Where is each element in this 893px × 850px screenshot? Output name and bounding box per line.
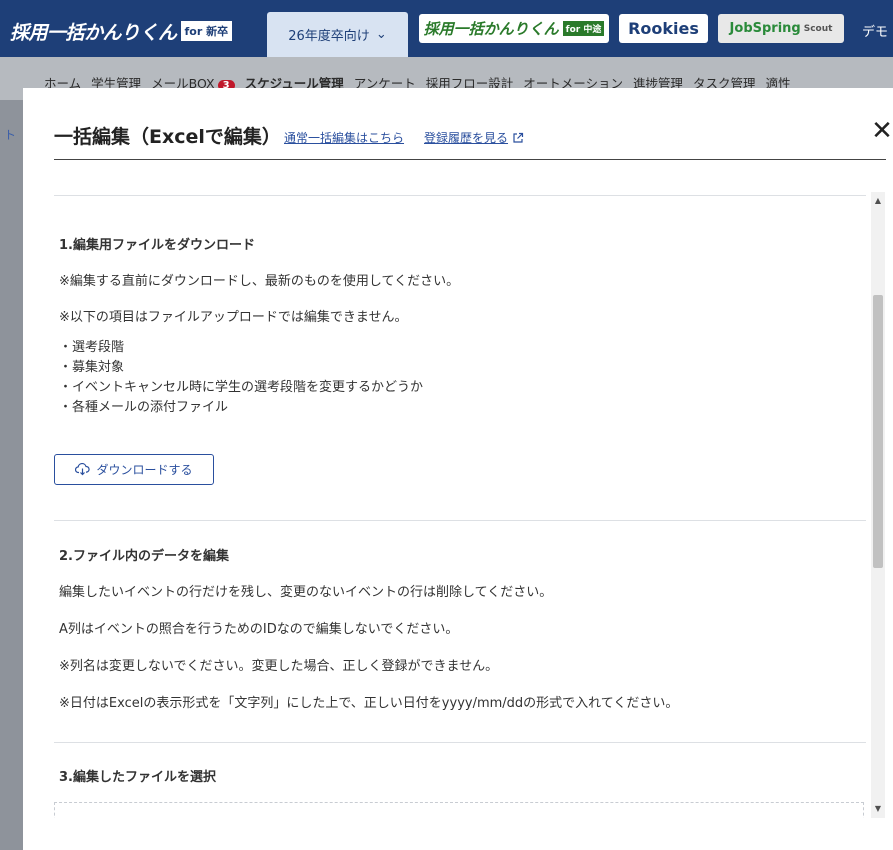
jobspring-sub: Scout (803, 23, 833, 34)
modal-scrollbar[interactable]: ▲ ▼ (871, 192, 885, 818)
section-divider (54, 742, 866, 743)
modal-scroll-content[interactable]: 1.編集用ファイルをダウンロード ※編集する直前にダウンロードし、最新のものを使… (54, 192, 866, 818)
modal-header: 一括編集（Excelで編集） 通常一括編集はこちら 登録履歴を見る ✕ (54, 112, 893, 160)
cloud-download-icon (75, 463, 91, 476)
chevron-down-icon: ⌄ (375, 27, 387, 42)
list-item: ・募集対象 (59, 360, 125, 375)
section-divider (54, 195, 866, 196)
list-item: ・選考段階 (59, 340, 125, 355)
download-button[interactable]: ダウンロードする (54, 454, 214, 485)
section-3-title: 3.編集したファイルを選択 (59, 770, 216, 785)
section-1-note-1: ※編集する直前にダウンロードし、最新のものを使用してください。 (59, 274, 460, 289)
year-selector-tab[interactable]: 26年度卒向け ⌄ (267, 12, 408, 57)
excel-bulk-edit-modal: 一括編集（Excelで編集） 通常一括編集はこちら 登録履歴を見る ✕ 1.編集… (23, 88, 893, 850)
year-tab-label: 26年度卒向け (288, 29, 370, 44)
section-2-note-4: ※日付はExcelの表示形式を「文字列」にした上で、正しい日付をyyyy/mm/… (59, 696, 679, 711)
midcareer-service-name: 採用一括かんりくん (423, 20, 559, 38)
section-2-note-2: A列はイベントの照合を行うためのIDなので編集しないでください。 (59, 622, 459, 637)
jobspring-scout-link[interactable]: JobSpring Scout (718, 14, 844, 43)
top-header: 採用一括かんりくん for 新卒 26年度卒向け ⌄ 採用一括かんりくん for… (0, 0, 893, 57)
modal-title: 一括編集（Excelで編集） (54, 126, 281, 148)
list-item: ・各種メールの添付ファイル (59, 400, 229, 415)
section-2-note-3: ※列名は変更しないでください。変更した場合、正しく登録ができません。 (59, 659, 499, 674)
section-1-note-2: ※以下の項目はファイルアップロードでは編集できません。 (59, 310, 408, 325)
rookies-link[interactable]: Rookies (619, 14, 708, 43)
close-icon[interactable]: ✕ (868, 118, 893, 146)
brand-name: 採用一括かんりくん (10, 21, 177, 44)
scrollbar-thumb[interactable] (873, 295, 883, 568)
brand-badge: for 新卒 (180, 21, 233, 41)
scroll-down-icon[interactable]: ▼ (871, 802, 885, 816)
registration-history-link[interactable]: 登録履歴を見る (424, 129, 524, 146)
section-divider (54, 520, 866, 521)
jobspring-name: JobSpring (729, 21, 801, 36)
download-button-label: ダウンロードする (96, 463, 193, 477)
section-1-title: 1.編集用ファイルをダウンロード (59, 238, 255, 253)
file-drop-zone[interactable] (54, 802, 864, 818)
midcareer-service-link[interactable]: 採用一括かんりくん for 中途 (419, 14, 609, 43)
non-editable-items-list: ・選考段階 ・募集対象 ・イベントキャンセル時に学生の選考段階を変更するかどうか… (59, 338, 423, 418)
breadcrumb[interactable]: ト (4, 126, 16, 143)
section-2-title: 2.ファイル内のデータを編集 (59, 549, 229, 564)
scroll-up-icon[interactable]: ▲ (871, 194, 885, 208)
midcareer-service-tag: for 中途 (562, 21, 605, 36)
registration-history-label: 登録履歴を見る (424, 131, 509, 145)
list-item: ・イベントキャンセル時に学生の選考段階を変更するかどうか (59, 380, 424, 395)
external-link-icon (513, 132, 524, 143)
user-account-label[interactable]: デモ (862, 21, 888, 40)
page-underlay (0, 100, 24, 850)
section-2-note-1: 編集したいイベントの行だけを残し、変更のないイベントの行は削除してください。 (59, 585, 553, 600)
normal-bulk-edit-link[interactable]: 通常一括編集はこちら (284, 129, 404, 146)
brand-logo[interactable]: 採用一括かんりくん for 新卒 (10, 18, 233, 44)
